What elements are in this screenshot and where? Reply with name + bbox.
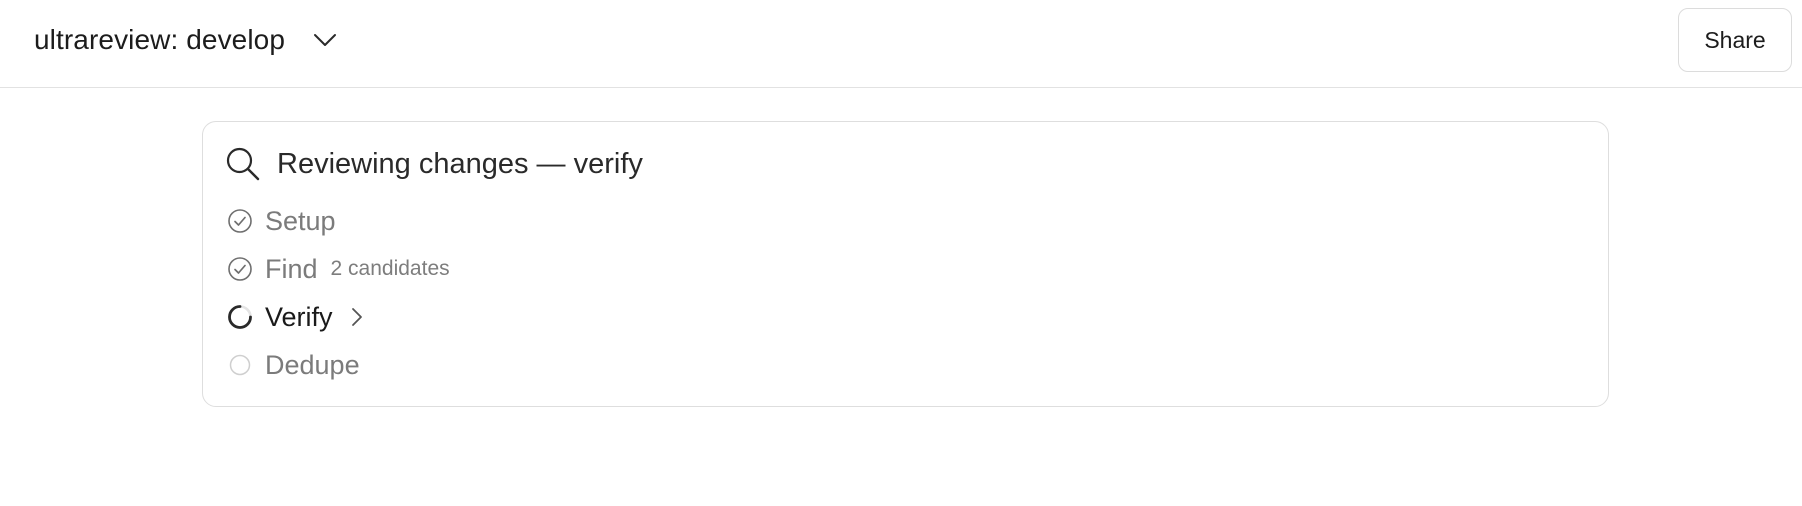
share-button[interactable]: Share (1678, 8, 1792, 72)
step-dedupe: Dedupe (227, 341, 450, 389)
step-label: Setup (265, 205, 336, 236)
step-label: Find (265, 253, 318, 284)
empty-circle-icon (227, 352, 253, 378)
check-circle-icon (227, 256, 253, 282)
step-label: Dedupe (265, 349, 360, 380)
review-title: Reviewing changes — verify (277, 147, 643, 180)
chevron-down-icon[interactable] (313, 28, 337, 52)
review-steps-list: Setup Find 2 candidates Verify Dedupe (227, 197, 450, 389)
session-title: ultrareview: develop (34, 24, 286, 55)
top-bar: ultrareview: develop Share (0, 0, 1802, 88)
step-find: Find 2 candidates (227, 245, 450, 293)
spinner-icon (227, 304, 253, 330)
session-title-dropdown[interactable]: ultrareview: develop (34, 0, 337, 80)
review-progress-card: Reviewing changes — verify Setup Find 2 … (202, 121, 1609, 407)
candidates-count: 2 candidates (330, 257, 450, 280)
review-header: Reviewing changes — verify (225, 144, 643, 184)
check-circle-icon (227, 208, 253, 234)
chevron-right-icon[interactable] (347, 307, 367, 327)
step-verify[interactable]: Verify (227, 293, 450, 341)
step-label: Verify (265, 301, 333, 332)
step-setup: Setup (227, 197, 450, 245)
search-icon (225, 146, 261, 182)
